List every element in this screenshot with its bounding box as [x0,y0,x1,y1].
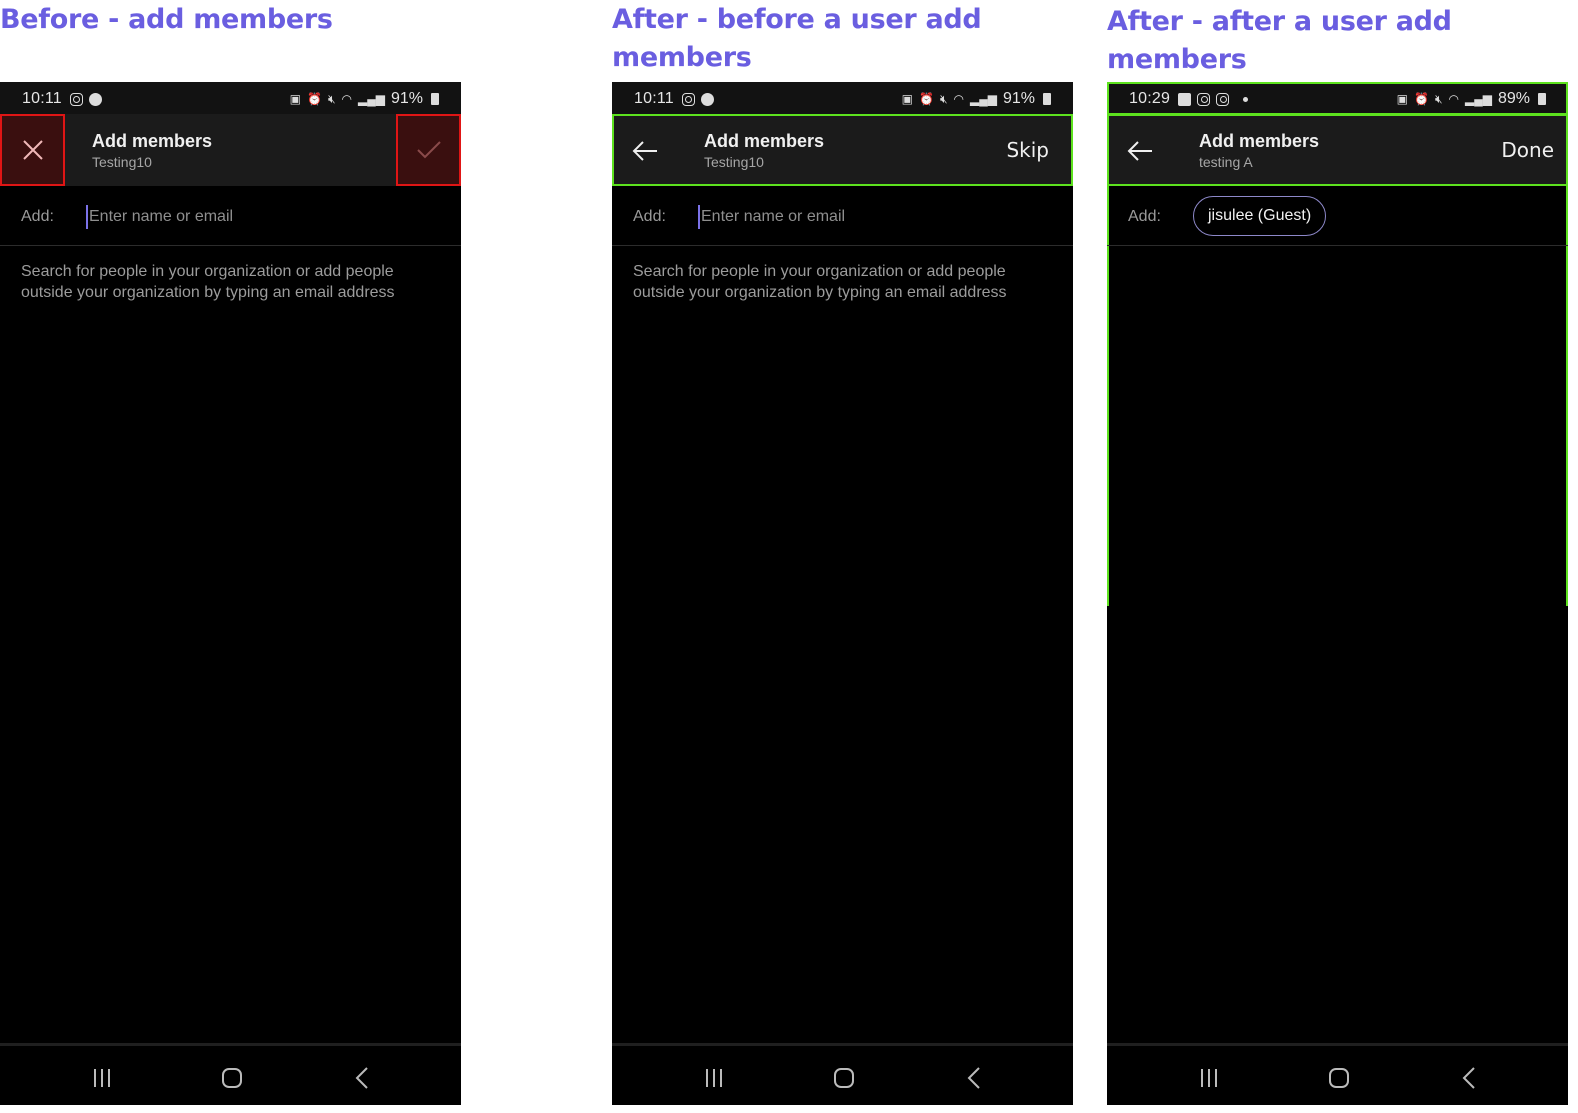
battery-saver-icon: ▣ [1396,92,1408,106]
status-time: 10:29 [1129,90,1171,107]
battery-icon [1043,93,1051,105]
system-nav-bar [1107,1043,1568,1105]
back-icon [967,1067,980,1089]
wifi-icon: ◠ [1448,92,1459,106]
close-icon [22,140,43,160]
status-time: 10:11 [634,90,674,107]
add-label: Add: [21,208,54,225]
system-nav-bar [612,1043,1073,1105]
home-button[interactable] [829,1065,859,1091]
gallery-icon [1178,92,1192,106]
back-button[interactable] [347,1065,377,1091]
status-bar: 10:29 ▣ ⏰ 🔇︎ ◠ ▂▄▆ 89% [1107,82,1568,114]
back-icon [1462,1067,1475,1089]
page-title: Add members [1199,131,1320,151]
home-button[interactable] [217,1065,247,1091]
back-arrow-button[interactable] [630,136,660,166]
battery-percent: 91% [1002,90,1035,107]
recents-icon [1201,1069,1217,1087]
name-email-input[interactable] [86,205,426,229]
status-time: 10:11 [22,90,62,107]
alarm-icon: ⏰ [1414,92,1429,106]
wifi-icon: ◠ [341,92,352,106]
highlight-outline-content [1107,184,1568,606]
status-bar: 10:11 ▣ ⏰ 🔇︎ ◠ ▂▄▆ 91% [612,82,1073,114]
instagram-icon [1216,92,1230,106]
message-icon [700,92,714,106]
signal-icon: ▂▄▆ [970,92,997,106]
page-title: Add members [92,131,213,151]
back-button[interactable] [1454,1065,1484,1091]
phone-screen-after-before-add: 10:11 ▣ ⏰ 🔇︎ ◠ ▂▄▆ 91% Add members Testi… [612,82,1073,1105]
app-bar: Add members Testing10 [0,114,461,186]
skip-button[interactable]: Skip [1006,136,1049,164]
battery-icon [431,93,439,105]
wifi-icon: ◠ [953,92,964,106]
add-label: Add: [1128,208,1161,225]
home-icon [834,1068,854,1088]
check-icon [416,141,441,159]
alarm-icon: ⏰ [919,92,934,106]
app-bar: Add members testing A Done [1107,114,1568,186]
battery-percent: 89% [1497,90,1530,107]
page-subtitle: Testing10 [92,154,152,170]
search-hint: Search for people in your organization o… [21,263,395,301]
recents-button[interactable] [699,1065,729,1091]
back-arrow-button[interactable] [1125,136,1155,166]
instagram-icon [681,92,695,106]
home-icon [1329,1068,1349,1088]
back-arrow-icon [632,141,657,161]
recents-icon [706,1069,722,1087]
status-bar: 10:11 ▣ ⏰ 🔇︎ ◠ ▂▄▆ 91% [0,82,461,114]
recents-icon [94,1069,110,1087]
phone-screen-after-after-add: 10:29 ▣ ⏰ 🔇︎ ◠ ▂▄▆ 89% Add members testi… [1107,82,1568,1105]
mute-icon: 🔇︎ [1434,91,1443,106]
battery-saver-icon: ▣ [289,92,301,106]
more-notifications-dot-icon [1243,96,1249,102]
recents-button[interactable] [87,1065,117,1091]
back-icon [355,1067,368,1089]
battery-percent: 91% [390,90,423,107]
home-button[interactable] [1324,1065,1354,1091]
page-title: Add members [704,131,825,151]
signal-icon: ▂▄▆ [1465,92,1492,106]
signal-icon: ▂▄▆ [358,92,385,106]
battery-saver-icon: ▣ [901,92,913,106]
system-nav-bar [0,1043,461,1105]
caption-after-after-add: After - after a user add members [1107,6,1452,75]
add-label: Add: [633,208,666,225]
search-hint: Search for people in your organization o… [633,263,1007,301]
alarm-icon: ⏰ [307,92,322,106]
add-row: Add: [612,186,1073,246]
caption-after-before-add: After - before a user add members [612,4,982,73]
mute-icon: 🔇︎ [939,91,948,106]
page-subtitle: testing A [1199,154,1253,170]
close-button[interactable] [0,114,65,186]
app-bar: Add members Testing10 Skip [612,114,1073,186]
phone-screen-before: 10:11 ▣ ⏰ 🔇︎ ◠ ▂▄▆ 91% Add members Testi… [0,82,461,1105]
add-row: Add: [0,186,461,246]
page-subtitle: Testing10 [704,154,764,170]
done-button[interactable]: Done [1501,136,1554,164]
recents-button[interactable] [1194,1065,1224,1091]
battery-icon [1538,93,1546,105]
home-icon [222,1068,242,1088]
back-arrow-icon [1127,141,1152,161]
name-email-input[interactable] [698,205,1038,229]
instagram-icon [69,92,83,106]
message-icon [88,92,102,106]
confirm-button[interactable] [396,114,461,186]
caption-before: Before - add members [0,4,333,35]
mute-icon: 🔇︎ [327,91,336,106]
instagram-icon [1197,92,1211,106]
add-row: Add: jisulee (Guest) [1107,186,1568,246]
back-button[interactable] [959,1065,989,1091]
member-chip[interactable]: jisulee (Guest) [1193,196,1327,236]
